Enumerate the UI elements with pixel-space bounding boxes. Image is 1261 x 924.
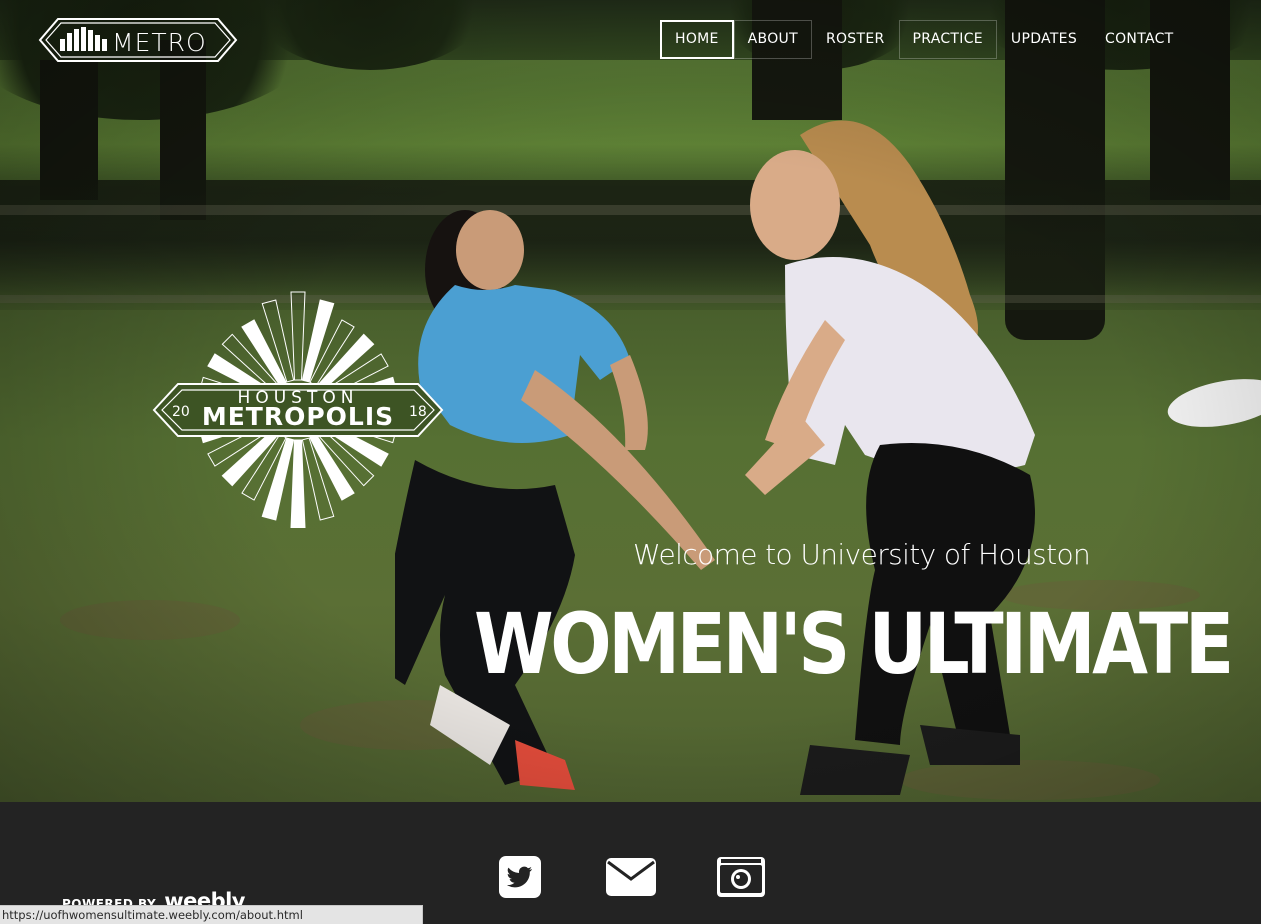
metro-logo[interactable]: METRO [38, 17, 238, 63]
photo-link[interactable] [715, 854, 767, 900]
twitter-icon [499, 856, 541, 898]
emblem-ray [290, 439, 306, 528]
houston-metropolis-emblem: HOUSTON METROPOLIS 20 18 [152, 291, 444, 528]
emblem-main-text: METROPOLIS [202, 402, 394, 431]
status-bar-url: https://uofhwomensultimate.weebly.com/ab… [0, 905, 423, 924]
nav-updates[interactable]: UPDATES [997, 20, 1091, 59]
emblem-ray [261, 437, 295, 521]
main-nav: HOME ABOUT ROSTER PRACTICE UPDATES CONTA… [660, 20, 1188, 59]
emblem-ray [316, 333, 375, 392]
camera-icon [717, 857, 765, 897]
twitter-link[interactable] [497, 854, 543, 900]
nav-practice[interactable]: PRACTICE [898, 20, 997, 59]
welcome-heading: Welcome to University of Houston [633, 538, 1091, 571]
emblem-ray [301, 299, 335, 383]
nav-home[interactable]: HOME [660, 20, 734, 59]
emblem-ray [221, 428, 280, 487]
nav-about[interactable]: ABOUT [733, 20, 812, 59]
nav-roster[interactable]: ROSTER [812, 20, 899, 59]
nav-contact[interactable]: CONTACT [1091, 20, 1188, 59]
email-link[interactable] [605, 854, 657, 900]
envelope-icon [606, 858, 656, 896]
emblem-ray [290, 291, 306, 381]
emblem-year-right: 18 [409, 404, 427, 420]
logo-text: METRO [112, 28, 207, 57]
emblem-year-left: 20 [172, 404, 190, 420]
hero-title: WOMEN'S ULTIMATE [474, 595, 1234, 693]
